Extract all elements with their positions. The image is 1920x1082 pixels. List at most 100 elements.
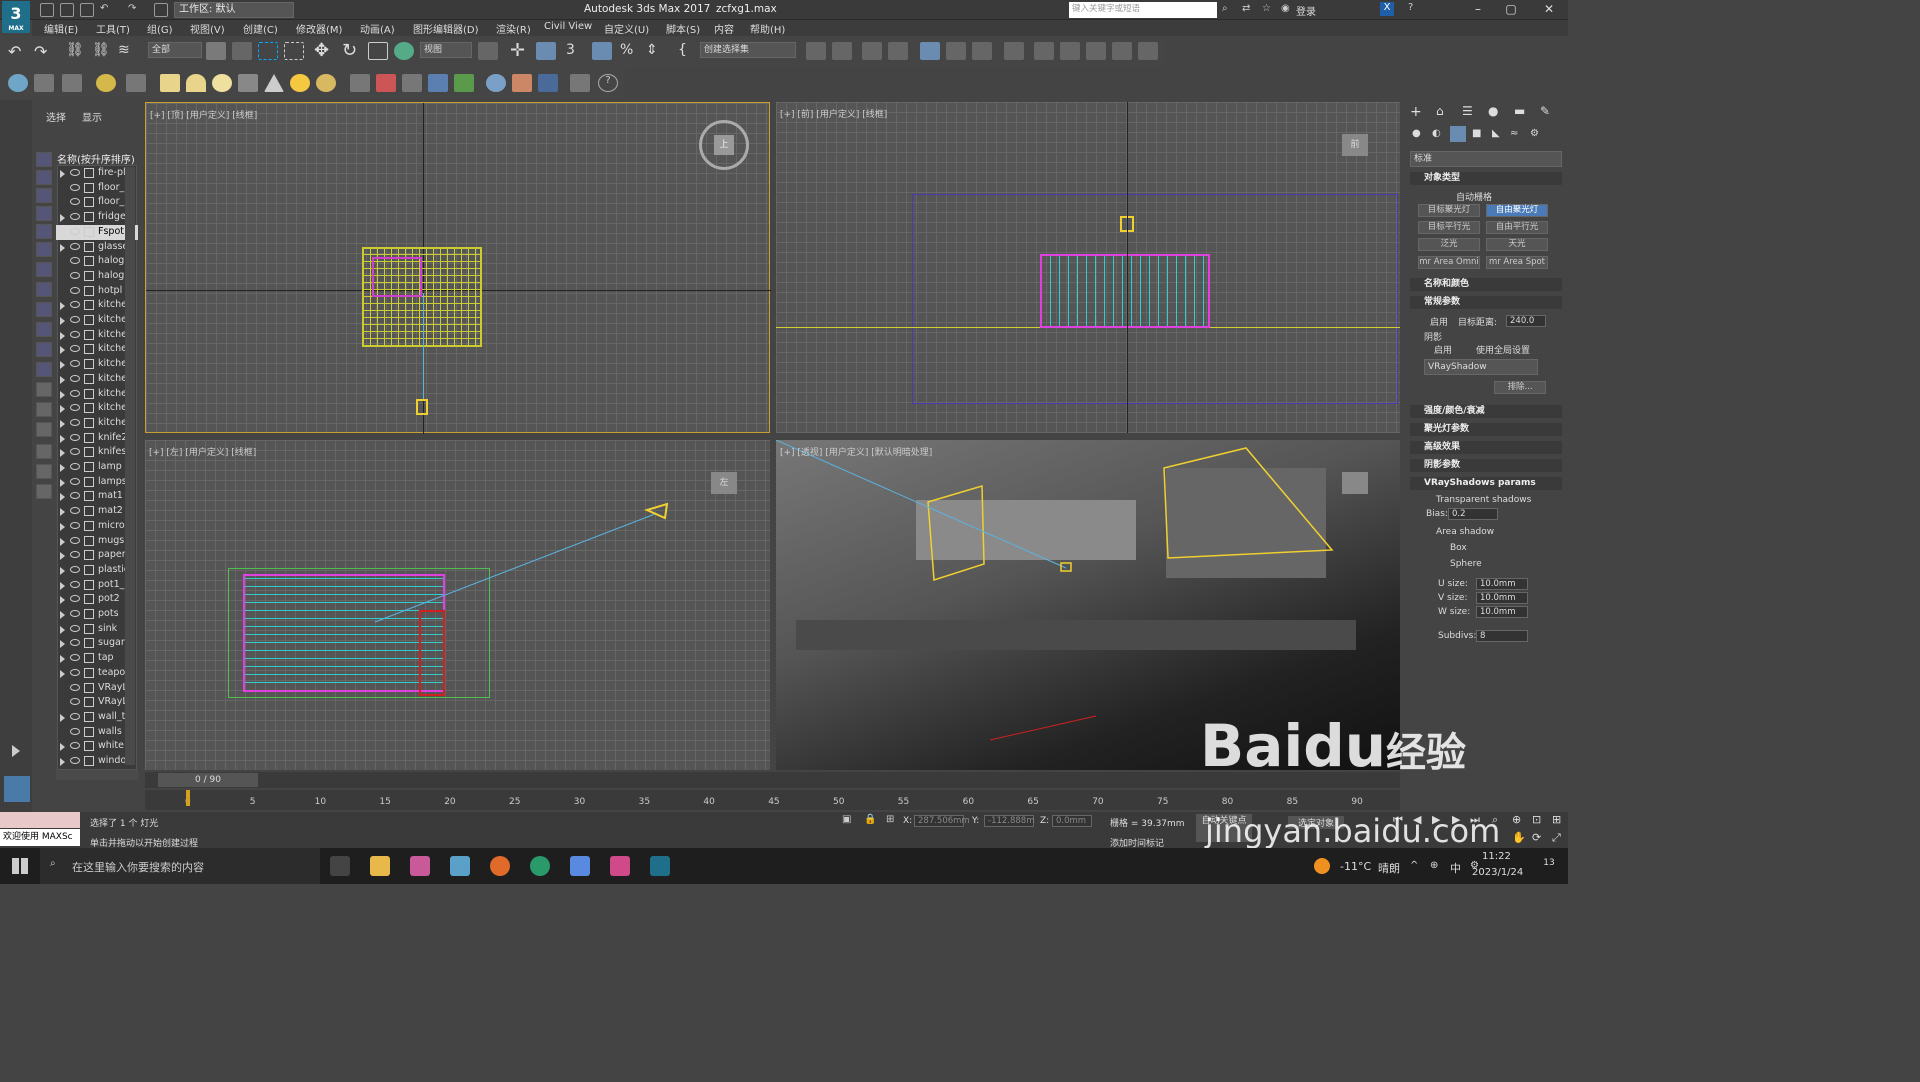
rollout-intensity[interactable]: 强度/颜色/衰减 xyxy=(1410,405,1562,418)
filter-helpers-icon[interactable] xyxy=(36,224,52,239)
select-object-icon[interactable] xyxy=(206,42,226,60)
menu-group[interactable]: 组(G) xyxy=(147,21,173,36)
target-direct-button[interactable]: 目标平行光 xyxy=(1418,221,1480,234)
expand-arrow-icon[interactable] xyxy=(60,464,65,472)
viewport-top[interactable]: [+] [顶] [用户定义] [线框] 上 xyxy=(145,102,771,434)
close-button[interactable]: ✕ xyxy=(1534,2,1564,18)
expand-arrow-icon[interactable] xyxy=(60,302,65,311)
clock-time[interactable]: 11:22 xyxy=(1482,851,1511,862)
filter-xrefs-icon[interactable] xyxy=(36,282,52,297)
vray-displacement-icon[interactable] xyxy=(402,74,422,92)
link-icon[interactable]: ⛓ xyxy=(66,42,84,58)
spotlight-gizmo[interactable] xyxy=(416,399,428,415)
move-icon[interactable]: ✥ xyxy=(314,40,329,61)
ref-coord-dropdown[interactable]: 视图 xyxy=(420,42,472,58)
layer-explorer-icon[interactable] xyxy=(862,42,882,60)
filter-frozen-icon[interactable] xyxy=(36,342,52,357)
utilities-tab-icon[interactable]: ✎ xyxy=(1540,104,1550,118)
vray-grass-icon[interactable] xyxy=(454,74,474,92)
visibility-eye-icon[interactable] xyxy=(70,345,80,353)
open-file-icon[interactable] xyxy=(60,3,74,17)
visibility-eye-icon[interactable] xyxy=(70,698,80,706)
menu-animation[interactable]: 动画(A) xyxy=(360,21,395,36)
expand-arrow-icon[interactable] xyxy=(60,375,65,384)
orbit-icon[interactable]: ⟳ xyxy=(1532,831,1541,844)
rollout-advanced[interactable]: 高级效果 xyxy=(1410,441,1562,454)
list-scrollbar[interactable] xyxy=(125,167,135,765)
bind-spacewarp-icon[interactable]: ≋ xyxy=(118,42,130,58)
expand-arrow-icon[interactable] xyxy=(60,170,65,178)
free-spot-button[interactable]: 自由聚光灯 xyxy=(1486,204,1548,217)
expand-arrow-icon[interactable] xyxy=(60,581,65,590)
expand-arrow-icon[interactable] xyxy=(60,596,65,605)
menu-rendering[interactable]: 渲染(R) xyxy=(496,21,531,36)
visibility-eye-icon[interactable] xyxy=(70,551,80,559)
menu-customize[interactable]: 自定义(U) xyxy=(604,21,649,36)
viewport-top-label[interactable]: [+] [顶] [用户定义] [线框] xyxy=(150,108,257,121)
shadow-enable-checkbox[interactable]: 启用 xyxy=(1434,343,1452,356)
expand-arrow-icon[interactable] xyxy=(60,214,65,223)
modify-tab-icon[interactable]: ⌂ xyxy=(1436,104,1444,118)
light-enable-checkbox[interactable]: 启用 xyxy=(1430,315,1448,328)
visibility-eye-icon[interactable] xyxy=(70,492,80,500)
render-production-icon[interactable] xyxy=(1086,42,1106,60)
mirror-icon[interactable] xyxy=(806,42,826,60)
subdivs-spinner[interactable]: 8 xyxy=(1476,630,1528,642)
bias-spinner[interactable]: 0.2 xyxy=(1448,508,1498,520)
menu-content[interactable]: 内容 xyxy=(714,21,734,36)
filter-spacewarps-icon[interactable] xyxy=(36,242,52,257)
visibility-eye-icon[interactable] xyxy=(70,712,80,720)
align-icon[interactable] xyxy=(832,42,852,60)
workspace-dropdown[interactable]: 工作区: 默认 xyxy=(174,2,294,18)
keyboard-shortcut-icon[interactable] xyxy=(536,42,556,60)
clock-date[interactable]: 2023/1/24 xyxy=(1472,867,1523,878)
help-circle-icon[interactable]: ? xyxy=(598,74,618,92)
menu-scripting[interactable]: 脚本(S) xyxy=(666,21,700,36)
angle-snap-icon[interactable] xyxy=(592,42,612,60)
rollout-shadow-params[interactable]: 阴影参数 xyxy=(1410,459,1562,472)
transparent-shadows-checkbox[interactable]: Transparent shadows xyxy=(1436,495,1531,505)
place-icon[interactable] xyxy=(394,42,414,60)
menu-edit[interactable]: 编辑(E) xyxy=(44,21,78,36)
expand-arrow-icon[interactable] xyxy=(60,640,65,649)
expand-arrow-icon[interactable] xyxy=(60,552,65,561)
visibility-eye-icon[interactable] xyxy=(70,389,80,397)
u-size-spinner[interactable]: 10.0mm xyxy=(1476,578,1528,590)
taskbar-search-box[interactable]: ⌕ 在这里输入你要搜索的内容 xyxy=(40,848,320,884)
3dsmax-taskbar-icon[interactable] xyxy=(650,856,670,876)
expand-arrow-icon[interactable] xyxy=(60,243,65,252)
render-setup-icon[interactable] xyxy=(1034,42,1054,60)
visibility-eye-icon[interactable] xyxy=(70,404,80,412)
named-selection-dropdown[interactable]: 创建选择集 xyxy=(700,42,796,58)
free-direct-button[interactable]: 自由平行光 xyxy=(1486,221,1548,234)
visibility-eye-icon[interactable] xyxy=(70,727,80,735)
vray-scene-converter-icon[interactable] xyxy=(570,74,590,92)
expand-arrow-icon[interactable] xyxy=(60,317,65,325)
spinner-snap-icon[interactable]: ⇕ xyxy=(646,42,658,58)
category-dropdown[interactable]: 标准 xyxy=(1410,151,1562,167)
rollout-spot-params[interactable]: 聚光灯参数 xyxy=(1410,423,1562,436)
teapot-icon[interactable] xyxy=(8,74,28,92)
unlink-icon[interactable]: ⛓ xyxy=(92,42,110,58)
zoom-all-icon[interactable]: ⊕ xyxy=(1512,813,1521,826)
network-icon[interactable]: ⊕ xyxy=(1430,860,1438,871)
minimize-button[interactable]: – xyxy=(1463,2,1493,18)
visibility-eye-icon[interactable] xyxy=(70,463,80,470)
rollout-general[interactable]: 常规参数 xyxy=(1410,296,1562,309)
edge-icon[interactable] xyxy=(530,856,550,876)
target-spot-button[interactable]: 目标聚光灯 xyxy=(1418,204,1480,217)
shapes-icon[interactable]: ◐ xyxy=(1432,128,1441,139)
visibility-eye-icon[interactable] xyxy=(70,316,80,323)
star-icon[interactable]: ☆ xyxy=(1262,3,1271,14)
weather-temp[interactable]: -11°C xyxy=(1340,860,1371,873)
expand-arrow-icon[interactable] xyxy=(60,611,65,619)
login-button[interactable]: 登录 xyxy=(1296,3,1316,18)
hierarchy-tab-icon[interactable]: ☰ xyxy=(1462,104,1473,118)
expand-arrow-icon[interactable] xyxy=(60,522,65,531)
vray-dome-light-icon[interactable] xyxy=(186,74,206,92)
rendered-frame-icon[interactable] xyxy=(1060,42,1080,60)
select-manipulate-icon[interactable]: ✛ xyxy=(510,40,525,61)
expand-arrow-icon[interactable] xyxy=(60,493,65,502)
filter-groups-icon[interactable] xyxy=(36,262,52,277)
snaps-toggle-icon[interactable]: 3 xyxy=(566,42,575,58)
